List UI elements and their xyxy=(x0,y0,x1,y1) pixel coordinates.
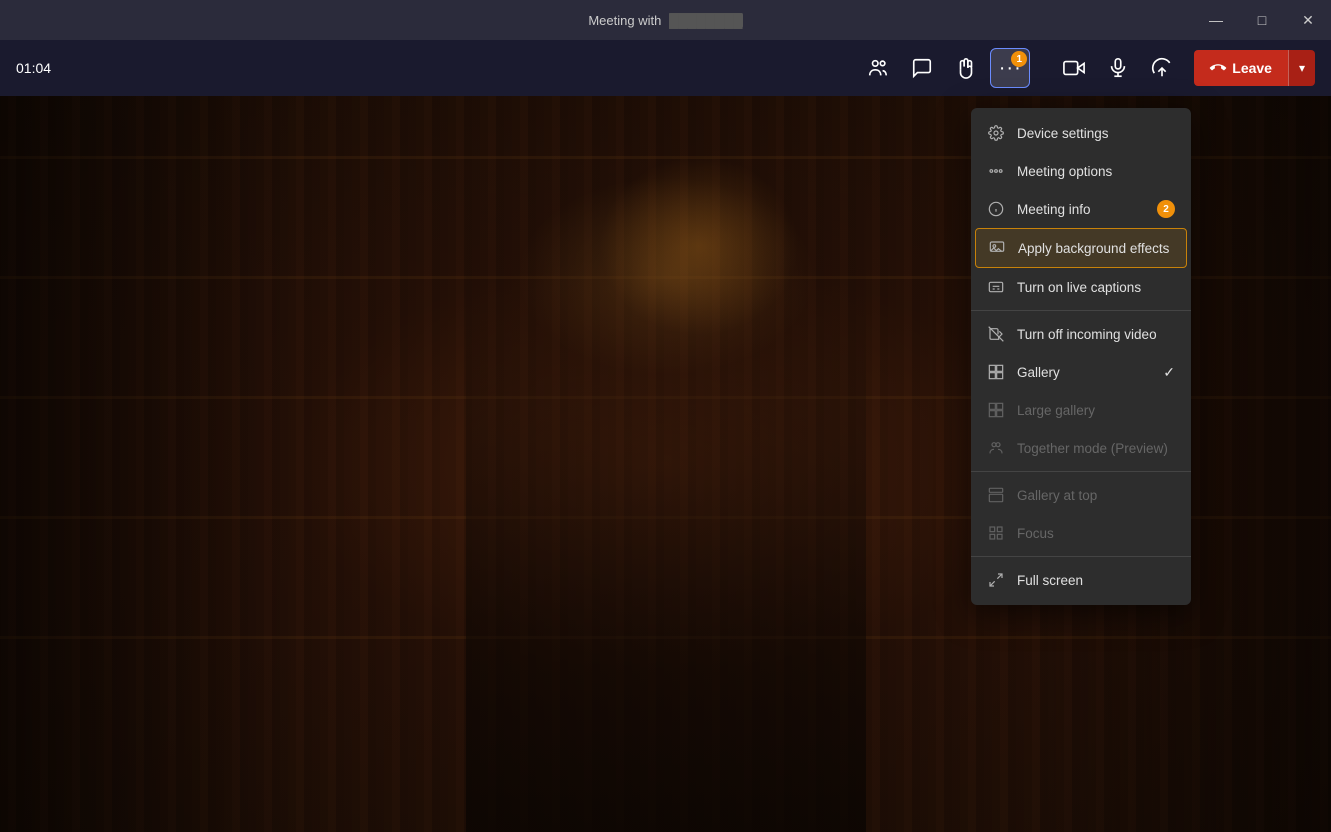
meeting-title: Meeting with ████████ xyxy=(588,13,742,28)
menu-item-live-captions[interactable]: Turn on live captions xyxy=(971,268,1191,306)
menu-label-apply-background: Apply background effects xyxy=(1018,241,1169,256)
info-icon xyxy=(987,200,1005,218)
raise-hand-button[interactable] xyxy=(946,48,986,88)
menu-item-meeting-options[interactable]: Meeting options xyxy=(971,152,1191,190)
mic-button[interactable] xyxy=(1098,48,1138,88)
meeting-info-badge: 2 xyxy=(1157,200,1175,218)
dropdown-menu: Device settings Meeting options Meeting … xyxy=(971,108,1191,605)
together-icon xyxy=(987,439,1005,457)
menu-item-focus: Focus xyxy=(971,514,1191,552)
focus-icon xyxy=(987,524,1005,542)
gallery-checkmark: ✓ xyxy=(1163,364,1175,381)
window-controls: — □ ✕ xyxy=(1193,0,1331,40)
share-icon xyxy=(1151,57,1173,79)
menu-item-apply-background[interactable]: Apply background effects xyxy=(975,228,1187,268)
menu-divider-1 xyxy=(971,310,1191,311)
menu-divider-2 xyxy=(971,471,1191,472)
menu-item-gallery-at-top: Gallery at top xyxy=(971,476,1191,514)
menu-label-full-screen: Full screen xyxy=(1017,573,1083,588)
camera-icon xyxy=(1063,57,1085,79)
menu-label-focus: Focus xyxy=(1017,526,1054,541)
meeting-timer: 01:04 xyxy=(16,60,51,76)
menu-label-turn-off-video: Turn off incoming video xyxy=(1017,327,1157,342)
leave-main: Leave xyxy=(1194,50,1288,86)
left-vignette xyxy=(0,96,300,832)
meeting-toolbar: 01:04 ··· xyxy=(0,40,1331,96)
gallery-top-icon xyxy=(987,486,1005,504)
chat-icon xyxy=(911,57,933,79)
toolbar-actions: ··· 1 xyxy=(858,48,1315,88)
menu-item-meeting-info[interactable]: Meeting info 2 xyxy=(971,190,1191,228)
video-off-icon xyxy=(987,325,1005,343)
menu-item-large-gallery: Large gallery xyxy=(971,391,1191,429)
title-bar: Meeting with ████████ — □ ✕ xyxy=(0,0,1331,40)
participants-button[interactable] xyxy=(858,48,898,88)
leave-dropdown-arrow[interactable]: ▾ xyxy=(1288,50,1315,86)
mic-icon xyxy=(1107,57,1129,79)
more-options-button[interactable]: ··· 1 xyxy=(990,48,1030,88)
fullscreen-icon xyxy=(987,571,1005,589)
menu-item-together-mode: Together mode (Preview) xyxy=(971,429,1191,467)
close-button[interactable]: ✕ xyxy=(1285,0,1331,40)
gear-icon xyxy=(987,124,1005,142)
menu-label-meeting-info: Meeting info xyxy=(1017,202,1091,217)
background-icon xyxy=(988,239,1006,257)
menu-item-turn-off-video[interactable]: Turn off incoming video xyxy=(971,315,1191,353)
menu-divider-3 xyxy=(971,556,1191,557)
minimize-button[interactable]: — xyxy=(1193,0,1239,40)
leave-button[interactable]: Leave ▾ xyxy=(1194,50,1315,86)
menu-item-gallery[interactable]: Gallery ✓ xyxy=(971,353,1191,391)
menu-label-device-settings: Device settings xyxy=(1017,126,1109,141)
camera-button[interactable] xyxy=(1054,48,1094,88)
person-silhouette xyxy=(466,152,866,832)
menu-item-full-screen[interactable]: Full screen xyxy=(971,561,1191,599)
menu-label-meeting-options: Meeting options xyxy=(1017,164,1112,179)
menu-label-together-mode: Together mode (Preview) xyxy=(1017,441,1168,456)
large-gallery-icon xyxy=(987,401,1005,419)
raise-hand-icon xyxy=(955,57,977,79)
chat-button[interactable] xyxy=(902,48,942,88)
phone-icon xyxy=(1207,57,1230,80)
participants-icon xyxy=(867,57,889,79)
maximize-button[interactable]: □ xyxy=(1239,0,1285,40)
more-badge: 1 xyxy=(1011,51,1027,67)
menu-label-gallery: Gallery xyxy=(1017,365,1060,380)
captions-icon xyxy=(987,278,1005,296)
menu-label-live-captions: Turn on live captions xyxy=(1017,280,1141,295)
menu-label-large-gallery: Large gallery xyxy=(1017,403,1095,418)
menu-item-device-settings[interactable]: Device settings xyxy=(971,114,1191,152)
gallery-icon xyxy=(987,363,1005,381)
menu-label-gallery-at-top: Gallery at top xyxy=(1017,488,1097,503)
share-button[interactable] xyxy=(1142,48,1182,88)
options-icon xyxy=(987,162,1005,180)
